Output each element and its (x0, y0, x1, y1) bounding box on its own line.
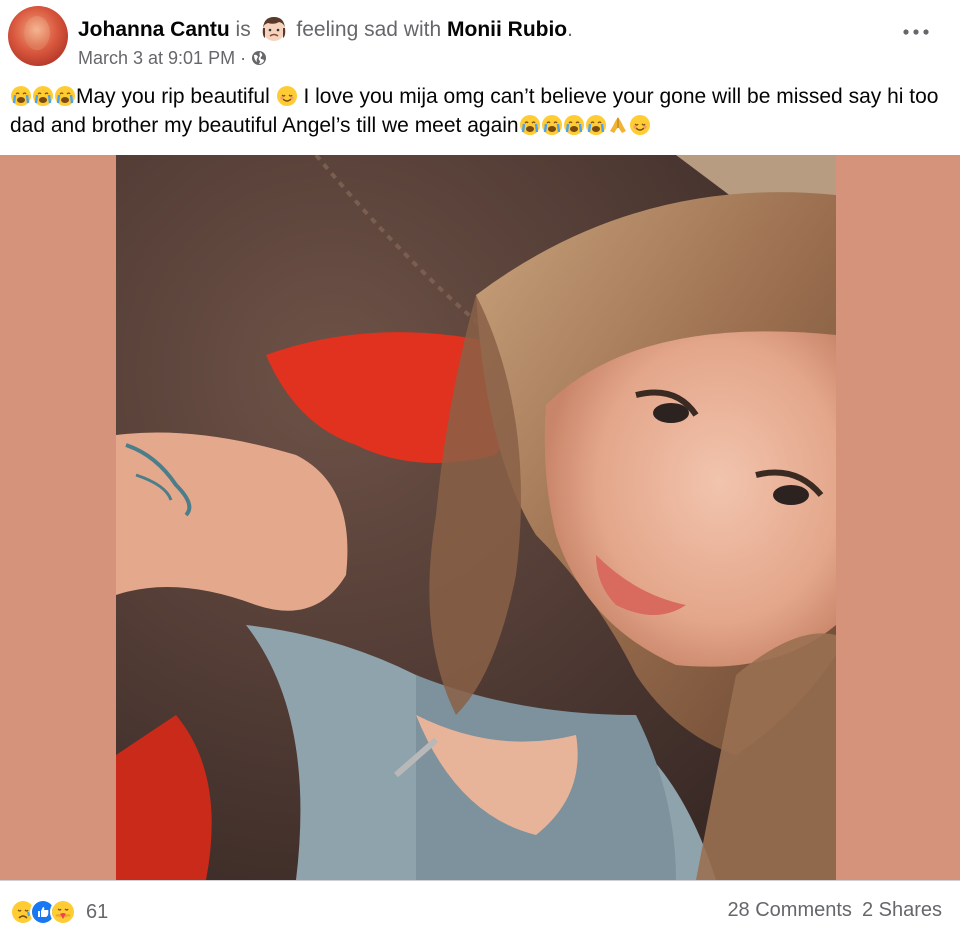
crying-emoji-icon (541, 114, 563, 136)
folded-hands-emoji-icon (607, 114, 629, 136)
reaction-count: 61 (86, 900, 109, 923)
post-header: Johanna Cantu is feeling sad with Monii … (0, 0, 960, 78)
smiling-emoji-icon (629, 114, 651, 136)
post-text: May you rip beautiful I love you mija om… (10, 82, 950, 140)
crying-emoji-icon (585, 114, 607, 136)
tagged-name[interactable]: Monii Rubio (447, 18, 567, 41)
crying-emoji-icon (519, 114, 541, 136)
more-icon (903, 29, 929, 35)
post-meta: March 3 at 9:01 PM · (78, 46, 267, 70)
crying-emoji-icon (54, 85, 76, 107)
care-reaction-icon (50, 899, 76, 925)
author-avatar[interactable] (8, 6, 68, 66)
meta-separator: · (240, 48, 247, 68)
reactions-summary[interactable]: 61 (10, 899, 108, 925)
more-options-button[interactable] (898, 18, 934, 46)
smiling-emoji-icon (276, 85, 298, 107)
crying-emoji-icon (32, 85, 54, 107)
feeling-text: feeling sad with (296, 18, 442, 41)
post-date[interactable]: March 3 at 9:01 PM (78, 48, 235, 68)
engagement-counts: 28 Comments 2 Shares (727, 899, 942, 922)
shares-count-link[interactable]: 2 Shares (862, 899, 942, 922)
post-text-part1: May you rip beautiful (76, 85, 270, 108)
comments-count-link[interactable]: 28 Comments (727, 899, 852, 922)
post-photo-area (0, 155, 960, 880)
title-period: . (567, 18, 573, 41)
crying-emoji-icon (10, 85, 32, 107)
author-name[interactable]: Johanna Cantu (78, 18, 230, 41)
post-footer: 61 28 Comments 2 Shares (0, 880, 960, 936)
is-text: is (235, 18, 251, 41)
post-title-line: Johanna Cantu is feeling sad with Monii … (78, 14, 573, 44)
sad-feeling-icon (259, 14, 289, 44)
crying-emoji-icon (563, 114, 585, 136)
post-photo[interactable] (116, 155, 836, 880)
globe-icon (251, 48, 267, 65)
